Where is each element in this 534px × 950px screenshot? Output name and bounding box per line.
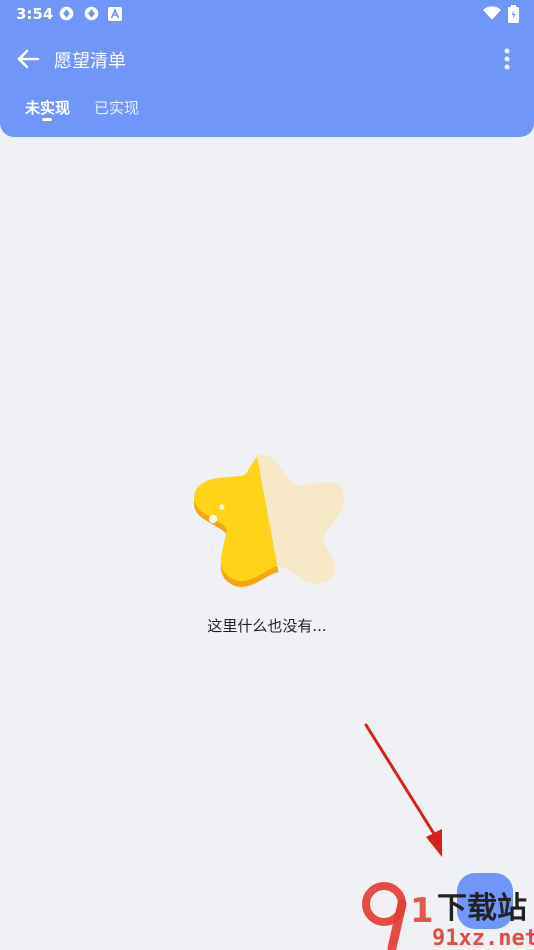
app-header: 3:54 愿望清单 未实现 已实现 xyxy=(0,0,534,137)
svg-text:1: 1 xyxy=(410,891,434,931)
sync-icon xyxy=(84,6,99,21)
svg-text:91xz.net: 91xz.net xyxy=(432,926,534,950)
status-bar: 3:54 xyxy=(0,0,534,28)
watermark-logo-icon: 1 下载站 91xz.net xyxy=(362,882,534,950)
wifi-icon xyxy=(483,6,501,20)
watermark: 1 下载站 91xz.net xyxy=(362,882,534,950)
empty-state-text: 这里什么也没有... xyxy=(207,617,327,635)
tab-realized[interactable]: 已实现 xyxy=(94,97,139,118)
page-title: 愿望清单 xyxy=(54,51,126,72)
battery-icon xyxy=(508,5,519,23)
svg-text:下载站: 下载站 xyxy=(437,891,527,926)
sync-icon xyxy=(59,6,74,21)
arrow-left-icon[interactable] xyxy=(14,46,42,72)
empty-star-icon xyxy=(194,454,344,590)
annotation-arrow-icon xyxy=(364,723,442,857)
tab-indicator xyxy=(42,118,52,121)
more-vertical-icon[interactable] xyxy=(496,46,518,72)
a-badge-icon xyxy=(108,7,122,21)
tab-unrealized[interactable]: 未实现 xyxy=(25,97,70,118)
status-time: 3:54 xyxy=(16,5,54,23)
